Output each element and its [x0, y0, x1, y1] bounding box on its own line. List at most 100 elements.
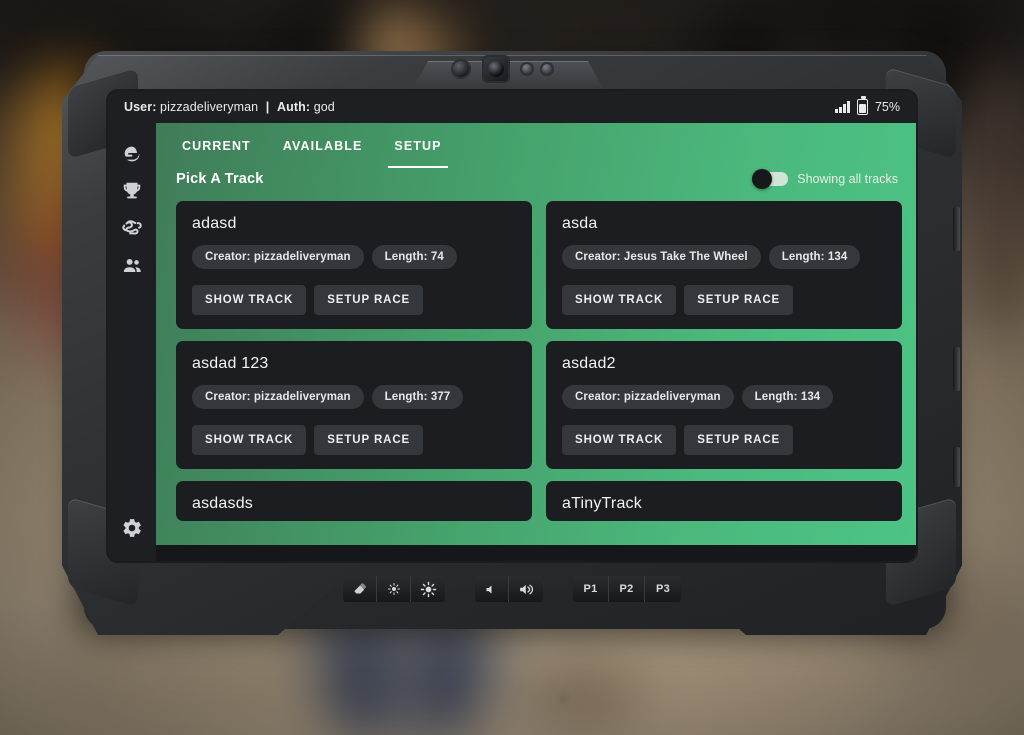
length-chip: Length: 134 — [768, 245, 861, 269]
profile-button-group: P1 P2 P3 — [573, 576, 681, 602]
volume-down-icon — [486, 584, 492, 594]
users-icon — [123, 258, 141, 272]
sensor-right-icon — [540, 62, 554, 76]
track-actions: SHOW TRACK SETUP RACE — [562, 285, 886, 315]
track-title: adasd — [192, 215, 237, 232]
brightness-down-icon — [387, 582, 400, 596]
track-card[interactable]: asdad 123 Creator: pizzadeliveryman Leng… — [176, 341, 532, 469]
track-actions: SHOW TRACK SETUP RACE — [562, 425, 886, 455]
sidebar-item-helmet[interactable] — [117, 139, 147, 169]
volume-up-button[interactable] — [509, 576, 543, 602]
eraser-button[interactable] — [343, 576, 377, 602]
track-title: asdad 123 — [192, 355, 269, 372]
track-title: asdad2 — [562, 355, 616, 372]
tab-current-label: CURRENT — [182, 139, 251, 153]
show-track-button[interactable]: SHOW TRACK — [192, 425, 307, 455]
tab-setup-label: SETUP — [394, 139, 442, 153]
track-title: asda — [562, 215, 598, 232]
main-camera-icon — [482, 55, 510, 83]
creator-chip: Creator: Jesus Take The Wheel — [562, 245, 761, 269]
track-actions: SHOW TRACK SETUP RACE — [192, 425, 516, 455]
length-chip: Length: 74 — [371, 245, 457, 269]
rugged-tablet: User: pizzadeliveryman | Auth: god 75% C… — [62, 47, 962, 635]
battery-percent: 75% — [874, 100, 900, 114]
track-grid: adasd Creator: pizzadeliveryman Length: … — [176, 201, 902, 521]
screen-body: CURRENT AVAILABLE SETUP Pick A Track Sho… — [108, 123, 916, 561]
tab-available-label: AVAILABLE — [282, 139, 363, 153]
track-meta: Creator: pizzadeliveryman Length: 74 — [192, 245, 516, 269]
show-all-tracks-control[interactable]: Showing all tracks — [752, 169, 898, 189]
track-meta: Creator: pizzadeliveryman Length: 377 — [192, 385, 516, 409]
setup-race-button[interactable]: SETUP RACE — [314, 425, 424, 455]
setup-race-button[interactable]: SETUP RACE — [684, 285, 794, 315]
side-button-volume-up[interactable] — [953, 347, 960, 391]
screen: User: pizzadeliveryman | Auth: god 75% C… — [108, 91, 916, 561]
status-indicators: 75% — [835, 96, 900, 115]
volume-down-button[interactable] — [475, 576, 509, 602]
main-content: CURRENT AVAILABLE SETUP Pick A Track Sho… — [156, 123, 916, 561]
auth-value: god — [313, 100, 335, 114]
tab-setup[interactable]: SETUP — [380, 127, 455, 168]
show-all-tracks-toggle[interactable] — [752, 169, 789, 189]
page-title: Pick A Track — [176, 171, 264, 187]
setup-race-button[interactable]: SETUP RACE — [684, 425, 794, 455]
track-card[interactable]: asda Creator: Jesus Take The Wheel Lengt… — [546, 201, 902, 329]
side-button-power[interactable] — [953, 207, 960, 251]
gear-icon — [123, 519, 141, 537]
status-bar: User: pizzadeliveryman | Auth: god 75% — [108, 91, 916, 123]
user-name: pizzadeliveryman — [160, 100, 259, 114]
eraser-icon — [353, 583, 366, 594]
track-list-scroll[interactable]: adasd Creator: pizzadeliveryman Length: … — [156, 201, 916, 561]
auth-label: Auth: — [276, 100, 311, 114]
show-track-button[interactable]: SHOW TRACK — [192, 285, 307, 315]
show-track-button[interactable]: SHOW TRACK — [562, 285, 677, 315]
trophy-icon — [123, 182, 141, 199]
tab-underline-active — [388, 166, 448, 168]
sensor-left-icon — [520, 62, 534, 76]
sidebar-item-users[interactable] — [117, 250, 147, 280]
volume-button-group — [475, 576, 543, 602]
side-button-volume-down[interactable] — [953, 447, 960, 487]
setup-race-button[interactable]: SETUP RACE — [314, 285, 424, 315]
track-card[interactable]: aTinyTrack — [546, 481, 902, 521]
tab-bar: CURRENT AVAILABLE SETUP — [156, 123, 916, 168]
track-card[interactable]: adasd Creator: pizzadeliveryman Length: … — [176, 201, 532, 329]
helmet-icon — [124, 146, 140, 162]
brightness-down-button[interactable] — [377, 576, 411, 602]
user-info: User: pizzadeliveryman | Auth: god — [124, 100, 335, 114]
track-actions: SHOW TRACK SETUP RACE — [192, 285, 516, 315]
track-title: aTinyTrack — [562, 495, 642, 512]
sidebar-item-settings[interactable] — [117, 513, 147, 543]
track-icon — [122, 220, 142, 235]
section-header: Pick A Track Showing all tracks — [156, 167, 916, 189]
camera-lens-icon — [451, 59, 471, 79]
list-bottom-cutoff — [156, 545, 916, 561]
track-meta: Creator: pizzadeliveryman Length: 134 — [562, 385, 886, 409]
track-card[interactable]: asdasds — [176, 481, 532, 521]
toggle-knob — [752, 169, 773, 189]
brightness-up-button[interactable] — [411, 576, 445, 602]
sidebar — [108, 123, 156, 561]
tablet-screen-bezel: User: pizzadeliveryman | Auth: god 75% C… — [108, 91, 916, 561]
profile-button-p1[interactable]: P1 — [573, 576, 609, 602]
hardware-button-bar: P1 P2 P3 — [320, 571, 704, 607]
show-track-button[interactable]: SHOW TRACK — [562, 425, 677, 455]
sidebar-item-trophy[interactable] — [117, 176, 147, 206]
track-title: asdasds — [192, 495, 253, 512]
track-card[interactable]: asdad2 Creator: pizzadeliveryman Length:… — [546, 341, 902, 469]
track-meta: Creator: Jesus Take The Wheel Length: 13… — [562, 245, 886, 269]
profile-button-p3[interactable]: P3 — [645, 576, 681, 602]
tab-available[interactable]: AVAILABLE — [269, 127, 377, 163]
profile-button-p2[interactable]: P2 — [609, 576, 645, 602]
toggle-label: Showing all tracks — [797, 172, 898, 186]
brightness-up-icon — [420, 581, 436, 597]
display-button-group — [343, 576, 445, 602]
battery-icon — [856, 96, 868, 115]
volume-up-icon — [519, 584, 533, 594]
user-label: User: — [124, 100, 157, 114]
creator-chip: Creator: pizzadeliveryman — [192, 385, 364, 409]
scene: User: pizzadeliveryman | Auth: god 75% C… — [0, 0, 1024, 735]
tab-current[interactable]: CURRENT — [168, 127, 265, 163]
status-separator: | — [265, 100, 270, 114]
sidebar-item-track[interactable] — [117, 213, 147, 243]
